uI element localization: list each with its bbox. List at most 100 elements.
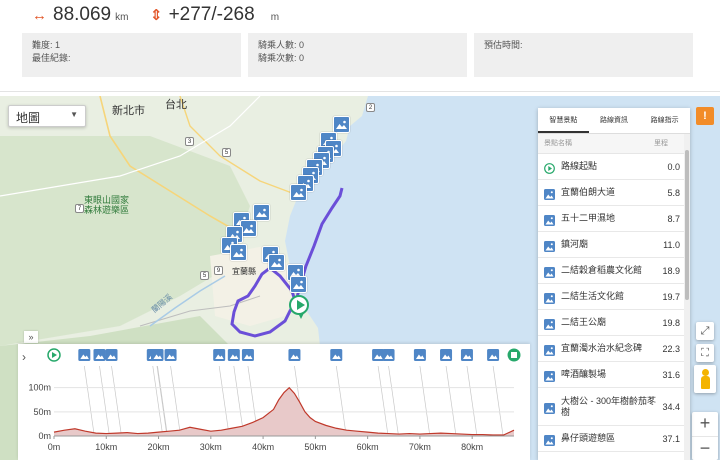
expand-icon[interactable]: ⛶	[696, 344, 714, 362]
x-tick-label: 20km	[148, 442, 170, 452]
poi-guide-line	[233, 365, 245, 437]
chart-poi-marker[interactable]	[288, 349, 301, 361]
poi-name: 五十二甲濕地	[561, 213, 616, 223]
distance-stat: ↔ 88.069 km	[32, 4, 128, 26]
riders-text: 騎乘人數: 0	[258, 40, 305, 50]
road-shield: 2	[366, 103, 375, 112]
riders-box: 騎乘人數: 0 騎乘次數: 0	[248, 33, 467, 77]
poi-row[interactable]: 鼻仔頭遊憩區 37.1	[538, 426, 684, 452]
photo-icon	[544, 187, 555, 200]
poi-guide-line	[419, 365, 431, 437]
poi-name: 宜蘭濁水治水紀念碑	[561, 343, 643, 353]
col-name-header: 景點名稱	[544, 140, 572, 147]
poi-row[interactable]: 五十二甲濕地 8.7	[538, 206, 684, 232]
x-tick-label: 50km	[304, 442, 326, 452]
poi-guide-line	[377, 365, 389, 437]
road-shield: 3	[185, 137, 194, 146]
fullscreen-icon[interactable]: ⤢	[696, 322, 714, 340]
chart-poi-marker[interactable]	[413, 349, 426, 361]
chart-poi-marker[interactable]	[487, 349, 500, 361]
chart-poi-marker[interactable]	[213, 349, 226, 361]
poi-map-pin[interactable]	[253, 204, 270, 221]
poi-name: 鼻仔頭遊憩區	[561, 433, 616, 443]
photo-icon	[544, 291, 555, 304]
chart-poi-marker[interactable]	[93, 349, 106, 361]
poi-guide-line	[445, 365, 457, 437]
place-taipei: 台北	[165, 99, 187, 111]
x-tick-label: 40km	[252, 442, 274, 452]
poi-row[interactable]: 鎮河廟 11.0	[538, 232, 684, 258]
chevron-right-icon[interactable]: ›	[22, 350, 26, 364]
poi-guide-line	[99, 365, 110, 437]
poi-panel: 智慧景點 路線資訊 路線指示 景點名稱 里程 路線起點 0.0 宜蘭伯朗大道 5.8 五…	[538, 108, 690, 460]
poi-guide-line	[156, 365, 168, 437]
map-type-selector[interactable]: 地圖 ▼	[8, 105, 86, 127]
poi-row[interactable]: 大樹公 - 300年樹齡茄苳樹 34.4	[538, 388, 684, 426]
chart-poi-marker[interactable]	[440, 349, 453, 361]
poi-row[interactable]: 路線起點 0.0	[538, 154, 684, 180]
poi-row[interactable]: 宜蘭伯朗大道 5.8	[538, 180, 684, 206]
street-view-icon[interactable]	[694, 365, 716, 393]
chart-poi-marker[interactable]	[105, 349, 118, 361]
tab-route-info[interactable]: 路線資訊	[589, 108, 640, 133]
chart-poi-marker[interactable]	[164, 349, 177, 361]
panel-tabs: 智慧景點 路線資訊 路線指示	[538, 108, 690, 134]
chart-poi-marker[interactable]	[78, 349, 91, 361]
y-tick-label: 50m	[33, 407, 51, 417]
poi-map-pin[interactable]	[230, 244, 247, 261]
poi-km: 19.8	[662, 317, 680, 328]
poi-guide-line	[111, 365, 122, 437]
x-tick-label: 30km	[200, 442, 222, 452]
poi-map-pin[interactable]	[290, 184, 307, 201]
time-box: 預估時間:	[474, 33, 693, 77]
x-tick-label: 0m	[48, 442, 61, 452]
collapse-chart-icon[interactable]: »	[24, 331, 38, 343]
poi-km: 5.8	[667, 187, 680, 198]
poi-km: 31.6	[662, 369, 680, 380]
chart-poi-marker[interactable]	[372, 349, 385, 361]
finish-flag-icon	[511, 352, 517, 358]
road-shield: 7	[75, 204, 84, 213]
poi-row[interactable]: 二結穀倉稻農文化館 18.9	[538, 258, 684, 284]
poi-map-pin[interactable]	[333, 116, 350, 133]
chart-poi-marker[interactable]	[460, 349, 473, 361]
poi-row[interactable]: 二結王公廟 19.8	[538, 310, 684, 336]
panel-scrollbar[interactable]	[684, 134, 690, 460]
poi-km: 11.0	[663, 239, 680, 250]
poi-km: 19.7	[662, 291, 680, 302]
chart-poi-marker[interactable]	[151, 349, 164, 361]
poi-map-pin[interactable]	[268, 254, 285, 271]
poi-row[interactable]: 啤酒釀製場 31.6	[538, 362, 684, 388]
tab-directions[interactable]: 路線指示	[639, 108, 690, 133]
road-shield: 5	[222, 148, 231, 157]
zoom-out-button[interactable]: −	[692, 436, 718, 460]
poi-guide-line	[335, 365, 347, 437]
photo-icon	[544, 401, 555, 414]
photo-icon	[544, 433, 555, 446]
chart-poi-marker[interactable]	[227, 349, 240, 361]
poi-map-pin[interactable]	[290, 276, 307, 293]
start-icon	[544, 161, 555, 174]
poi-km: 37.1	[662, 433, 680, 444]
distance-icon: ↔	[32, 7, 47, 24]
poi-row[interactable]: 宜蘭濁水治水紀念碑 22.3	[538, 336, 684, 362]
chart-poi-marker[interactable]	[382, 349, 395, 361]
zoom-in-button[interactable]: +	[692, 412, 718, 436]
chart-poi-marker[interactable]	[241, 349, 254, 361]
poi-km: 18.9	[662, 265, 680, 276]
poi-name: 路線起點	[561, 161, 598, 171]
warning-icon[interactable]: !	[696, 107, 714, 125]
photo-icon	[544, 213, 555, 226]
chart-poi-marker[interactable]	[330, 349, 343, 361]
poi-name: 鎮河廟	[561, 239, 589, 249]
elevation-svg: 0m 50m 100m 0m 10km 20km 30km 40km 50km 60km 70km 8…	[28, 348, 521, 452]
poi-km: 22.3	[662, 343, 680, 354]
x-tick-label: 10km	[95, 442, 117, 452]
photo-icon	[544, 239, 555, 252]
poi-name: 宜蘭伯朗大道	[561, 187, 616, 197]
poi-row[interactable]: 二結生活文化館 19.7	[538, 284, 684, 310]
photo-icon	[544, 369, 555, 382]
route-start-marker[interactable]	[289, 295, 309, 319]
tab-smart-poi[interactable]: 智慧景點	[538, 108, 589, 133]
place-dongyan2: 森林遊樂區	[84, 205, 130, 215]
